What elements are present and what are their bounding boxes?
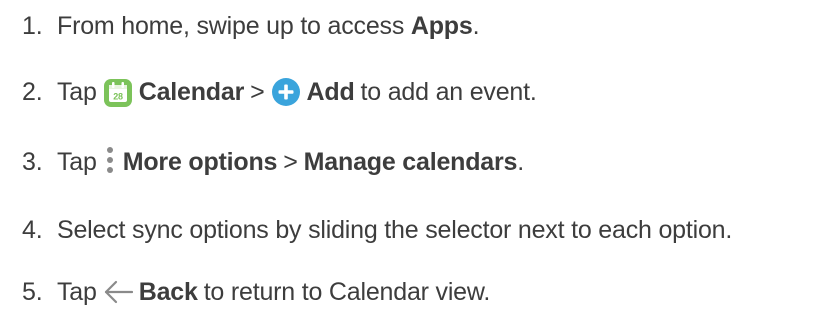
step-number: 1.: [22, 11, 43, 40]
step-number: 4.: [22, 215, 43, 244]
svg-text:28: 28: [113, 92, 123, 102]
step-number: 3.: [22, 147, 43, 176]
more-options-label: More options: [122, 147, 278, 176]
calendar-app-icon: 28: [103, 76, 133, 108]
step-text: to return to Calendar view.: [203, 277, 491, 306]
back-arrow-icon: [103, 279, 133, 305]
step-1: 1. From home, swipe up to access Apps.: [22, 6, 480, 46]
tap-text: Tap: [57, 147, 97, 176]
more-options-icon: [103, 145, 117, 179]
step-4: 4. Select sync options by sliding the se…: [22, 210, 732, 250]
separator: >: [250, 77, 265, 106]
step-2: 2. Tap 28 Calendar > Add to add an event…: [22, 72, 537, 112]
manage-calendars-label: Manage calendars: [303, 147, 518, 176]
step-punctuation: .: [472, 11, 480, 40]
step-text: Select sync options by sliding the selec…: [57, 215, 733, 244]
apps-label: Apps: [410, 11, 473, 40]
tap-text: Tap: [57, 77, 97, 106]
add-label: Add: [306, 77, 355, 106]
separator: >: [283, 147, 298, 176]
calendar-label: Calendar: [138, 77, 245, 106]
step-3: 3. Tap More options > Manage calendars.: [22, 142, 524, 182]
back-label: Back: [138, 277, 198, 306]
step-number: 2.: [22, 77, 43, 106]
step-punctuation: .: [517, 147, 524, 176]
tap-text: Tap: [57, 277, 97, 306]
step-text: From home, swipe up to access: [57, 11, 411, 40]
add-icon: [271, 77, 301, 107]
step-5: 5. Tap Back to return to Calendar view.: [22, 272, 490, 312]
step-text: to add an event.: [360, 77, 537, 106]
step-number: 5.: [22, 277, 43, 306]
instruction-steps: 1. From home, swipe up to access Apps. 2…: [0, 0, 822, 318]
